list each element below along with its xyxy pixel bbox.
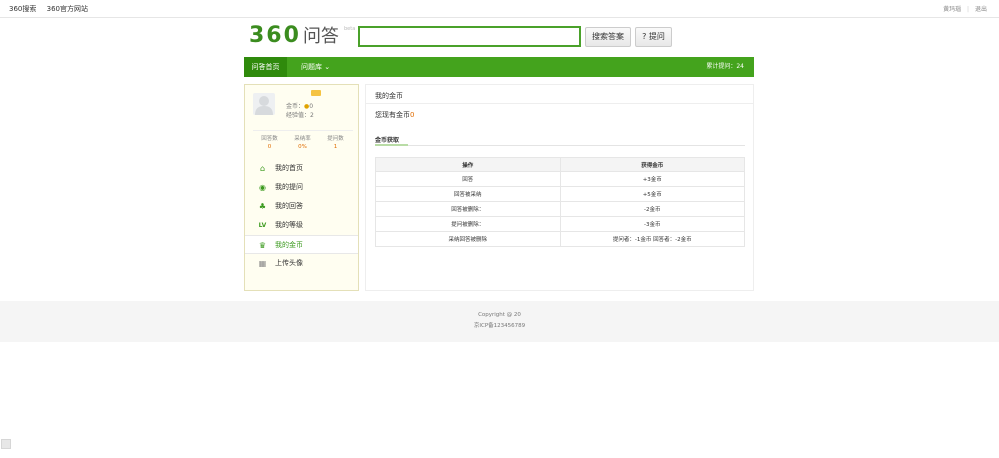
link-360-official[interactable]: 360官方网站 bbox=[47, 5, 88, 13]
sidebar-item-label: 我的等级 bbox=[275, 221, 303, 229]
sidebar-item-label: 我的提问 bbox=[275, 183, 303, 191]
link-360-search[interactable]: 360搜索 bbox=[9, 5, 36, 13]
feedback-icon[interactable] bbox=[1, 439, 11, 449]
avatar[interactable] bbox=[253, 93, 275, 115]
logout-link[interactable]: 退出 bbox=[975, 6, 987, 13]
stat-label: 采纳率 bbox=[294, 136, 311, 142]
section-underline bbox=[375, 144, 408, 146]
divider bbox=[366, 103, 753, 104]
sidebar-item-my-level[interactable]: LV 我的等级 bbox=[245, 216, 358, 235]
separator: | bbox=[967, 6, 970, 13]
table-row: 采纳回答被删除 提问者：-1金币 回答者：-2金币 bbox=[375, 231, 745, 247]
stat-questions[interactable]: 提问数 1 bbox=[319, 134, 352, 150]
logo-badge: beta bbox=[344, 26, 356, 32]
sidebar-item-my-questions[interactable]: ◉ 我的提问 bbox=[245, 178, 358, 197]
top-bar: 360搜索 360官方网站 黄玛瑙 | 退出 bbox=[0, 0, 999, 18]
section-title: 金币获取 bbox=[375, 137, 400, 144]
home-icon: ⌂ bbox=[259, 164, 266, 173]
level-icon: LV bbox=[258, 222, 267, 229]
table-row: 回答被删除： -2金币 bbox=[375, 201, 745, 217]
count-value: 24 bbox=[736, 63, 744, 70]
sidebar-item-label: 我的金币 bbox=[275, 241, 303, 249]
question-icon: ◉ bbox=[259, 183, 266, 192]
table-cell: 回答 bbox=[375, 171, 561, 187]
table-cell: 采纳回答被删除 bbox=[375, 231, 561, 247]
stat-label: 回答数 bbox=[261, 136, 278, 142]
icp-text[interactable]: 京ICP备123456789 bbox=[0, 321, 999, 329]
stat-value: 0% bbox=[298, 144, 307, 150]
user-answer-icon: ♣ bbox=[258, 202, 267, 211]
logo-text: 问答 bbox=[302, 26, 339, 47]
question-count: 累计提问：24 bbox=[706, 57, 744, 77]
exp-label: 经验值： bbox=[286, 112, 311, 119]
coin-value: 0 bbox=[309, 103, 314, 110]
table-cell: +3金币 bbox=[559, 171, 745, 187]
coin-info: 金币：●0 bbox=[286, 101, 313, 110]
table-row: 回答被采纳 +5金币 bbox=[375, 186, 745, 202]
table-cell: +5金币 bbox=[559, 186, 745, 202]
stat-label: 提问数 bbox=[327, 136, 344, 142]
coins-panel: 我的金币 您现有金币0 金币获取 操作 获得金币 回答 +3金币 回答被采纳 +… bbox=[365, 84, 754, 291]
user-links: 黄玛瑙 | 退出 bbox=[939, 4, 987, 13]
balance-text: 您现有金币 bbox=[375, 111, 410, 119]
image-icon: ▦ bbox=[258, 259, 267, 268]
stat-adoption-rate: 采纳率 0% bbox=[286, 134, 319, 150]
sidebar-item-my-answers[interactable]: ♣ 我的回答 bbox=[245, 197, 358, 216]
coin-icon: ♛ bbox=[258, 241, 267, 250]
sidebar-item-label: 上传头像 bbox=[275, 259, 303, 267]
table-cell: 回答被采纳 bbox=[375, 186, 561, 202]
exp-value: 2 bbox=[310, 112, 314, 119]
search-input[interactable] bbox=[358, 26, 581, 47]
coin-rules-table: 操作 获得金币 回答 +3金币 回答被采纳 +5金币 回答被删除： -2金币 提… bbox=[375, 157, 745, 247]
sidebar-item-my-home[interactable]: ⌂ 我的首页 bbox=[245, 159, 358, 178]
count-label: 累计提问： bbox=[706, 63, 737, 70]
sidebar-item-label: 我的首页 bbox=[275, 164, 303, 172]
table-cell: 提问者：-1金币 回答者：-2金币 bbox=[559, 231, 745, 247]
page-title: 我的金币 bbox=[375, 92, 403, 100]
sidebar-item-upload-avatar[interactable]: ▦ 上传头像 bbox=[245, 254, 358, 273]
table-cell: -3金币 bbox=[559, 216, 745, 232]
chevron-down-icon: ⌄ bbox=[324, 63, 331, 71]
logo-number: 360 bbox=[249, 23, 301, 48]
ask-question-button[interactable]: ? 提问 bbox=[635, 27, 672, 47]
stat-answers[interactable]: 回答数 0 bbox=[253, 134, 286, 150]
nav-question-library[interactable]: 问题库 ⌄ bbox=[301, 57, 330, 77]
table-cell: -2金币 bbox=[559, 201, 745, 217]
copyright-text: Copyright @ 20 bbox=[478, 312, 521, 318]
search-answer-button[interactable]: 搜索答案 bbox=[585, 27, 631, 47]
nav-library-label: 问题库 bbox=[301, 63, 322, 71]
header: 360 问答 beta 搜索答案 ? 提问 bbox=[249, 22, 769, 50]
sidebar: 金币：●0 经验值：2 回答数 0 采纳率 0% 提问数 1 ⌂ 我的首页 ◉ … bbox=[244, 84, 359, 291]
table-header-row: 操作 获得金币 bbox=[375, 157, 745, 172]
stat-value: 0 bbox=[267, 144, 272, 150]
main-nav: 问答首页 问题库 ⌄ 累计提问：24 bbox=[244, 57, 754, 77]
column-header: 获得金币 bbox=[559, 157, 745, 172]
exp-info: 经验值：2 bbox=[286, 110, 314, 119]
table-row: 提问被删除： -3金币 bbox=[375, 216, 745, 232]
coin-badge-icon bbox=[311, 90, 321, 96]
user-name-link[interactable]: 黄玛瑙 bbox=[943, 6, 961, 13]
coin-label: 金币： bbox=[286, 103, 305, 110]
table-row: 回答 +3金币 bbox=[375, 171, 745, 187]
column-header: 操作 bbox=[375, 157, 561, 172]
profile-stats: 回答数 0 采纳率 0% 提问数 1 bbox=[253, 130, 353, 150]
sidebar-menu: ⌂ 我的首页 ◉ 我的提问 ♣ 我的回答 LV 我的等级 ♛ 我的金币 ▦ 上传… bbox=[245, 159, 358, 273]
logo[interactable]: 360 问答 bbox=[249, 22, 339, 50]
nav-home[interactable]: 问答首页 bbox=[244, 57, 287, 77]
table-cell: 回答被删除： bbox=[375, 201, 561, 217]
sidebar-item-label: 我的回答 bbox=[275, 202, 303, 210]
table-cell: 提问被删除： bbox=[375, 216, 561, 232]
balance-value: 0 bbox=[410, 111, 415, 119]
footer: Copyright @ 20 京ICP备123456789 bbox=[0, 301, 999, 342]
sidebar-item-my-coins[interactable]: ♛ 我的金币 bbox=[245, 235, 358, 254]
stat-value: 1 bbox=[333, 144, 338, 150]
divider bbox=[375, 145, 745, 146]
default-avatar-icon bbox=[255, 96, 273, 115]
top-links: 360搜索 360官方网站 bbox=[9, 4, 96, 14]
coin-balance: 您现有金币0 bbox=[375, 110, 414, 120]
